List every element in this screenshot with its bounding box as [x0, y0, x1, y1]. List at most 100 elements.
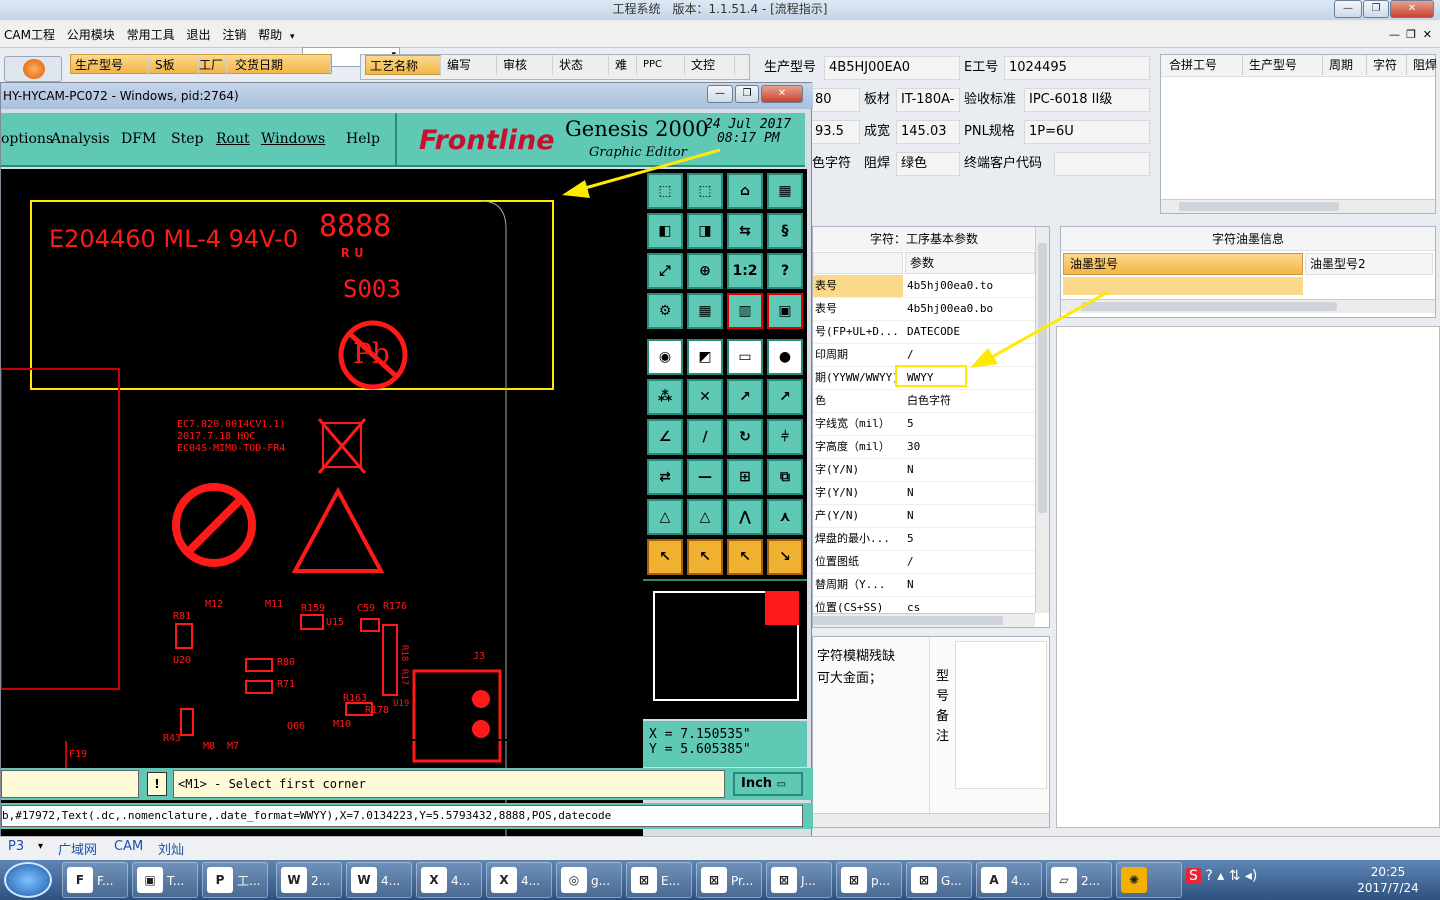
taskbar-item[interactable]: X 4...	[416, 862, 482, 898]
param-row[interactable]: 色 白色字符	[813, 390, 1035, 413]
notes-hscroll[interactable]	[813, 813, 1049, 827]
taskbar-item[interactable]: ⊠ Pr...	[696, 862, 762, 898]
gmenu-rout[interactable]: Rout	[216, 131, 250, 147]
taskbar-item[interactable]: W 4...	[346, 862, 412, 898]
tool-arc-icon[interactable]: ↻	[727, 419, 763, 455]
graphic-canvas[interactable]: E204460 ML-4 94V-0 8888 ᴿᵁ S003 Pb EC7.8…	[1, 169, 643, 849]
tool-ruler-icon[interactable]: ▭	[727, 339, 763, 375]
tool-settings-icon[interactable]: ⚙	[647, 293, 683, 329]
tool-pin2-icon[interactable]: ↗	[767, 379, 803, 415]
width-field[interactable]: 145.03	[896, 120, 960, 144]
tool-copy-icon[interactable]: ⧉	[767, 459, 803, 495]
value-field-1[interactable]: 80	[810, 88, 860, 112]
menu-help[interactable]: 帮助	[254, 22, 286, 48]
minimize-button[interactable]: —	[1334, 0, 1362, 18]
remark-field[interactable]	[955, 641, 1047, 789]
pnl-field[interactable]: 1P=6U	[1024, 120, 1150, 144]
menu-public[interactable]: 公用模块	[63, 22, 119, 48]
tool-triangle-icon[interactable]: △	[647, 499, 683, 535]
tool-zoom-in-icon[interactable]: ⬚	[687, 173, 723, 209]
param-row[interactable]: 产(Y/N) N	[813, 505, 1035, 528]
param-value[interactable]: 30	[907, 436, 1033, 458]
cust-field[interactable]	[1054, 152, 1150, 176]
col-process[interactable]: 工艺名称	[365, 55, 441, 75]
col-author[interactable]: 编写	[443, 55, 497, 75]
tab-p3[interactable]: P3	[8, 839, 24, 854]
genesis-close-button[interactable]: ✕	[761, 85, 803, 103]
scroll-thumb[interactable]	[1179, 202, 1339, 211]
scroll-thumb[interactable]	[813, 616, 1003, 625]
tab-wan[interactable]: 广域网	[58, 839, 97, 858]
prod-model-field[interactable]: 4B5HJ00EA0	[824, 56, 960, 80]
param-value[interactable]: N	[907, 459, 1033, 481]
col-prod-model[interactable]: 生产型号	[71, 55, 149, 75]
param-row[interactable]: 号(FP+UL+D... DATECODE	[813, 321, 1035, 344]
param-value[interactable]: 5	[907, 528, 1033, 550]
tool-tree-icon[interactable]: ↘	[767, 539, 803, 575]
e-no-field[interactable]: 1024495	[1004, 56, 1150, 80]
taskbar-item[interactable]: ⊠ p...	[836, 862, 902, 898]
col-merge-no[interactable]: 合拼工号	[1165, 55, 1243, 75]
param-row[interactable]: 表号 4b5hj00ea0.to	[813, 275, 1035, 298]
params-vscroll[interactable]	[1035, 227, 1049, 613]
tray-s-icon[interactable]: S	[1186, 868, 1201, 884]
clock[interactable]: 20:25 2017/7/24	[1346, 864, 1430, 896]
param-row[interactable]: 替周期（Y... N	[813, 574, 1035, 597]
tool-dash-icon[interactable]: —	[687, 459, 723, 495]
ink-row-selected[interactable]	[1063, 277, 1303, 295]
tool-slash-icon[interactable]: ∕	[687, 419, 723, 455]
param-value[interactable]: 4b5hj00ea0.to	[907, 275, 1033, 297]
tool-house-icon[interactable]: ⌂	[727, 173, 763, 209]
col-factory[interactable]: 工厂	[195, 55, 227, 75]
tab-cam[interactable]: CAM	[114, 839, 143, 854]
board-field[interactable]: IT-180A-	[896, 88, 960, 112]
tool-grid-icon[interactable]: ▦	[767, 173, 803, 209]
tool-fit-icon[interactable]: ⤢	[647, 253, 683, 289]
param-row[interactable]: 字线宽（mil） 5	[813, 413, 1035, 436]
tool-snap-icon[interactable]: §	[767, 213, 803, 249]
ink-col-1[interactable]: 油墨型号	[1063, 253, 1303, 275]
gmenu-help[interactable]: Help	[346, 131, 380, 147]
param-row[interactable]: 字(Y/N) N	[813, 459, 1035, 482]
alert-icon[interactable]: !	[147, 772, 167, 796]
taskbar-item[interactable]: ⊠ G...	[906, 862, 972, 898]
tool-redo-icon[interactable]: ◨	[687, 213, 723, 249]
param-value[interactable]: N	[907, 482, 1033, 504]
taskbar-item[interactable]: ▣ T...	[132, 862, 198, 898]
param-value[interactable]: N	[907, 505, 1033, 527]
tool-load-icon[interactable]: ⇆	[727, 213, 763, 249]
tool-dim-icon[interactable]: ⋏	[767, 499, 803, 535]
param-row[interactable]: 印周期 /	[813, 344, 1035, 367]
units-button[interactable]: Inch ▭	[733, 772, 803, 796]
param-value[interactable]: 4b5hj00ea0.bo	[907, 298, 1033, 320]
tool-angle-icon[interactable]: ∠	[647, 419, 683, 455]
mdi-min-icon[interactable]: —	[1389, 28, 1400, 41]
taskbar-item[interactable]: ⊠ E...	[626, 862, 692, 898]
tool-fit-view-icon[interactable]: ⊞	[727, 459, 763, 495]
param-value[interactable]: DATECODE	[907, 321, 1033, 343]
tool-grid-view-icon[interactable]: ▦	[687, 293, 723, 329]
tool-undo-icon[interactable]: ◧	[647, 213, 683, 249]
col-review[interactable]: 审核	[499, 55, 553, 75]
minimap-view[interactable]	[765, 591, 799, 625]
tool-split-icon[interactable]: ⫩	[767, 419, 803, 455]
volume-icon[interactable]: ◂)	[1245, 868, 1258, 884]
gmenu-windows[interactable]: Windows	[261, 131, 325, 147]
col-delivery[interactable]: 交货日期	[231, 55, 331, 75]
scroll-thumb[interactable]	[1081, 302, 1337, 311]
start-button[interactable]	[4, 862, 52, 898]
maximize-button[interactable]: ❐	[1363, 0, 1389, 18]
taskbar-item[interactable]: X 4...	[486, 862, 552, 898]
param-value[interactable]: WWYY	[907, 367, 1033, 389]
param-row[interactable]: 期(YYWW/WWYY) WWYY	[813, 367, 1035, 390]
gmenu-dfm[interactable]: DFM	[121, 131, 156, 147]
taskbar-item[interactable]: P 工...	[202, 862, 268, 898]
col-difficulty[interactable]: 难	[611, 55, 637, 75]
col-s-board[interactable]: S板	[151, 55, 199, 75]
col-doc[interactable]: 文控	[687, 55, 735, 75]
tool-scale-icon[interactable]: 1:2	[727, 253, 763, 289]
genesis-max-button[interactable]: ❐	[735, 85, 759, 103]
genesis-min-button[interactable]: —	[707, 85, 733, 103]
param-row[interactable]: 位置(CS+SS) cs	[813, 597, 1035, 613]
ink-col-2[interactable]: 油墨型号2	[1305, 253, 1433, 275]
